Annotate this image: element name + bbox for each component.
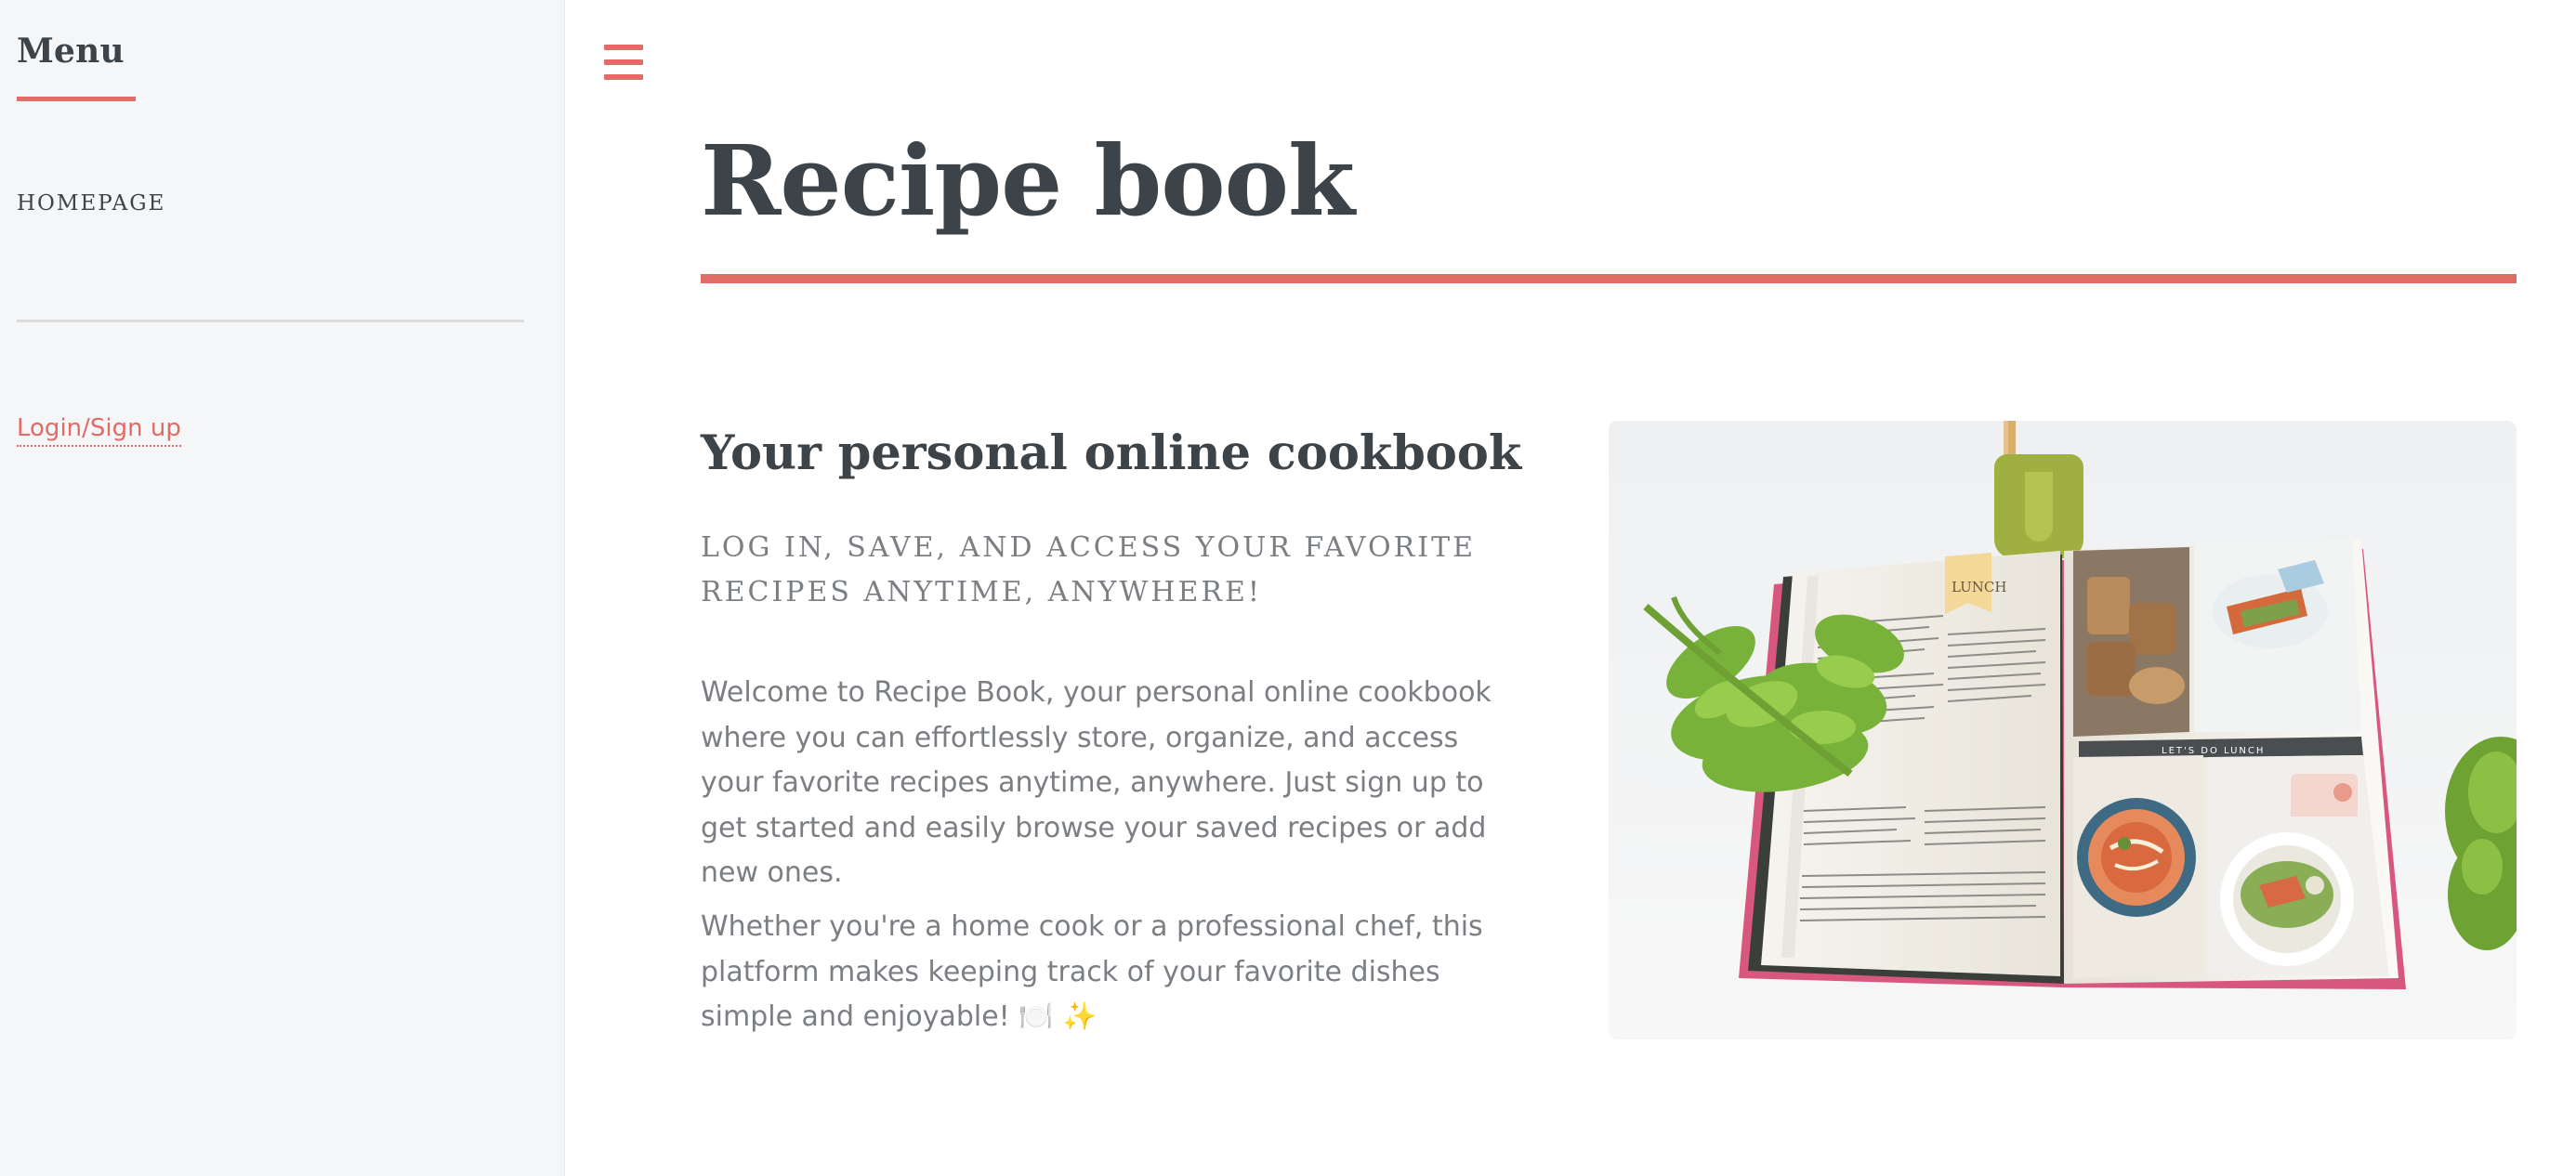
intro-paragraph: Welcome to Recipe Book, your personal on… [701, 676, 1492, 889]
tagline: LOG IN, SAVE, AND ACCESS YOUR FAVORITE R… [701, 531, 1476, 608]
sidebar: Menu HOMEPAGE Login/Sign up [0, 0, 565, 1176]
page-title: Recipe book [701, 124, 1355, 238]
lets-do-lunch-label: LET'S DO LUNCH [2162, 746, 2265, 756]
section-heading: Your personal online cookbook [701, 425, 1522, 481]
sidebar-title-underline [17, 97, 136, 101]
sidebar-title: Menu [17, 32, 125, 71]
secondary-paragraph: Whether you're a home cook or a professi… [701, 910, 1483, 1033]
sidebar-item-homepage[interactable]: HOMEPAGE [17, 191, 165, 216]
sidebar-divider [17, 320, 524, 322]
title-underline [701, 274, 2517, 283]
cookbook-hero-image: LUNCH LET'S DO LUNCH [1609, 421, 2517, 1039]
hamburger-menu-icon[interactable] [602, 43, 647, 84]
lunch-label: LUNCH [1952, 579, 2006, 595]
login-signup-link[interactable]: Login/Sign up [17, 413, 181, 447]
